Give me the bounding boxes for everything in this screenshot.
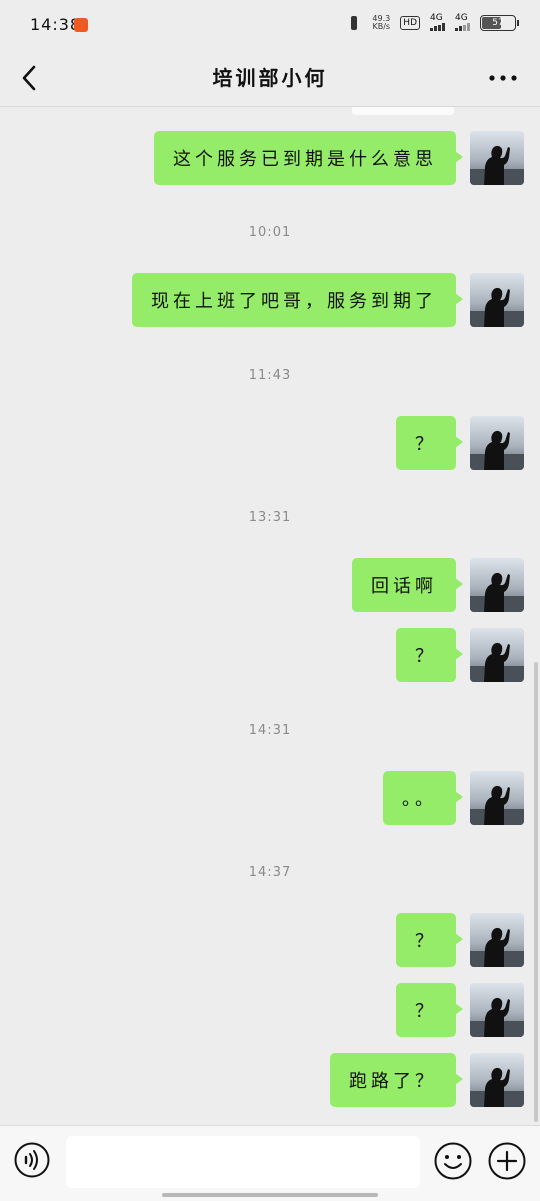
message-bubble[interactable]: 现在上班了吧哥，服务到期了 [132, 273, 463, 327]
app-notification-icon [74, 18, 88, 32]
message-row: 跑路了？ [330, 1053, 524, 1107]
chat-header: 培训部小何 [0, 50, 540, 107]
avatar[interactable] [470, 913, 524, 967]
status-bar: 14:38 49.3 KB/s HD 4G 4G 57 [0, 0, 540, 50]
network-type-1: 4G [430, 13, 443, 23]
message-timestamp: 14:31 [248, 723, 292, 738]
network-type-2: 4G [455, 13, 468, 23]
message-row: 回话啊 [352, 558, 524, 612]
voice-icon[interactable] [14, 1142, 50, 1178]
message-bubble[interactable]: 回话啊 [352, 558, 463, 612]
plus-icon[interactable] [488, 1142, 526, 1180]
avatar[interactable] [470, 628, 524, 682]
message-row: 这个服务已到期是什么意思 [154, 131, 524, 185]
chat-title: 培训部小何 [212, 66, 328, 90]
network-speed: 49.3 KB/s [372, 14, 391, 31]
hd-badge: HD [400, 15, 420, 30]
message-bubble[interactable]: ？ [396, 913, 463, 967]
message-row: ？ [396, 628, 524, 682]
signal-1: 4G [430, 14, 445, 31]
vibrate-icon [346, 15, 362, 30]
signal-2: 4G [455, 14, 470, 31]
chat-message-list[interactable]: 这个服务已到期是什么意思 10:01 现在上班了吧哥，服务到期了 11:43 ？ [0, 107, 540, 1125]
chat-scrollbar[interactable] [534, 662, 538, 1122]
signal-bars-icon [455, 23, 470, 31]
message-timestamp: 10:01 [248, 225, 292, 240]
message-bubble[interactable]: 这个服务已到期是什么意思 [154, 131, 463, 185]
battery-level: 57 [492, 17, 504, 28]
avatar[interactable] [470, 983, 524, 1037]
emoji-icon[interactable] [434, 1142, 472, 1180]
avatar[interactable] [470, 416, 524, 470]
avatar[interactable] [470, 771, 524, 825]
message-row: 。。 [383, 771, 524, 825]
more-dots-icon[interactable] [488, 70, 518, 84]
message-bubble[interactable]: 。。 [383, 771, 463, 825]
avatar[interactable] [470, 1053, 524, 1107]
message-row: ？ [396, 983, 524, 1037]
signal-bars-icon [430, 23, 445, 31]
previous-message-peek [352, 107, 454, 115]
message-bubble[interactable]: 跑路了？ [330, 1053, 463, 1107]
message-row: ？ [396, 913, 524, 967]
message-row: ？ [396, 416, 524, 470]
message-timestamp: 13:31 [248, 510, 292, 525]
home-indicator[interactable] [162, 1193, 378, 1197]
message-bubble[interactable]: ？ [396, 983, 463, 1037]
battery-icon: 57 [480, 14, 519, 31]
network-speed-unit: KB/s [372, 21, 391, 31]
message-input[interactable] [66, 1136, 420, 1188]
message-row: 现在上班了吧哥，服务到期了 [132, 273, 524, 327]
message-timestamp: 11:43 [248, 368, 292, 383]
message-timestamp: 14:37 [248, 865, 292, 880]
message-bubble[interactable]: ？ [396, 416, 463, 470]
message-bubble[interactable]: ？ [396, 628, 463, 682]
avatar[interactable] [470, 273, 524, 327]
avatar[interactable] [470, 131, 524, 185]
chat-input-bar [0, 1125, 540, 1201]
avatar[interactable] [470, 558, 524, 612]
status-indicators: 49.3 KB/s HD 4G 4G 57 [346, 14, 519, 31]
